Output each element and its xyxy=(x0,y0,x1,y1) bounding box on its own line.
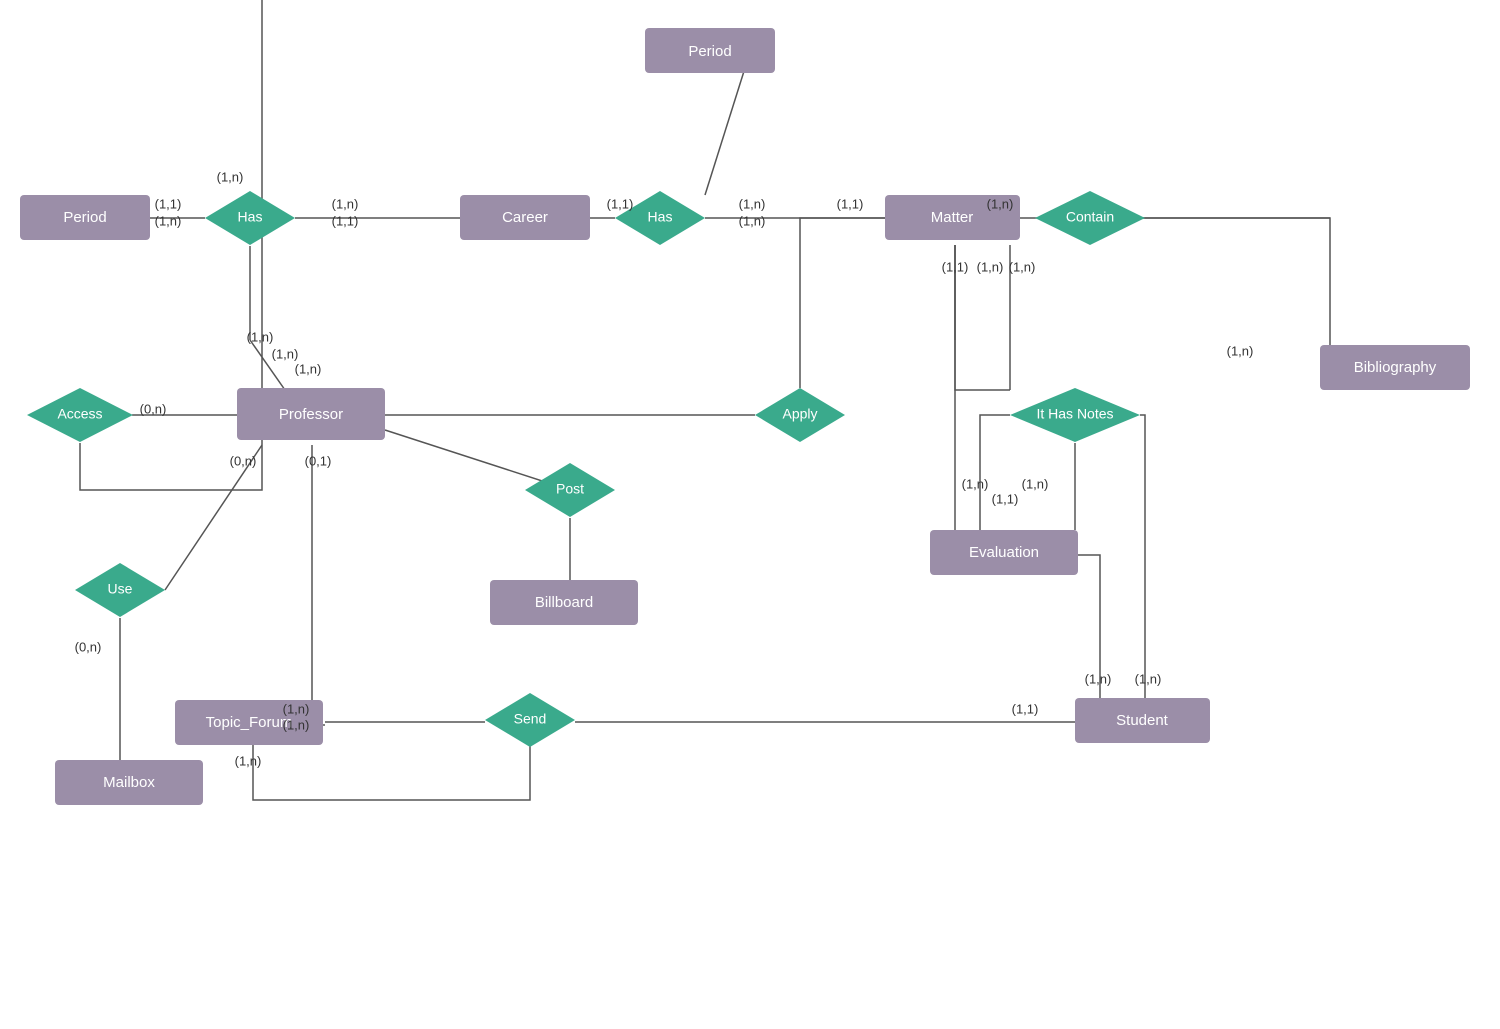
card-access-prof: (0,n) xyxy=(140,401,167,416)
entity-mailbox-label: Mailbox xyxy=(103,774,155,791)
card-use-mailbox: (0,n) xyxy=(75,639,102,654)
line-contain-bib2 xyxy=(1140,218,1330,345)
line-topic-loop xyxy=(253,745,530,800)
relation-send-label: Send xyxy=(514,711,547,727)
entity-bibliography-label: Bibliography xyxy=(1354,359,1437,376)
line-apply-matter xyxy=(800,218,890,388)
card-has1-career-b: (1,1) xyxy=(332,213,359,228)
card-ihn-eval-a: (1,n) xyxy=(962,476,989,491)
card-student-top-a: (1,n) xyxy=(1085,671,1112,686)
card-career-has2: (1,1) xyxy=(607,196,634,211)
card-has1-prof-a: (1,n) xyxy=(247,329,274,344)
card-access-self-b: (0,1) xyxy=(305,453,332,468)
card-topic-loop: (1,n) xyxy=(235,753,262,768)
relation-apply-label: Apply xyxy=(782,406,817,422)
card-matter-ihn-b: (1,n) xyxy=(977,259,1004,274)
relation-post-label: Post xyxy=(556,481,584,497)
relation-use-label: Use xyxy=(108,581,133,597)
line-prof-topic xyxy=(312,445,325,725)
card-has1-prof-b: (1,n) xyxy=(272,346,299,361)
card-has2-matter-b: (1,n) xyxy=(739,213,766,228)
card-matter-contain-a: (1,n) xyxy=(987,196,1014,211)
card-school-has1-a: (1,1) xyxy=(155,196,182,211)
line-student-apply xyxy=(1140,415,1145,700)
card-access-self-a: (0,n) xyxy=(230,453,257,468)
card-apply-matter: (1,1) xyxy=(837,196,864,211)
line-period-has2 xyxy=(705,68,745,195)
entity-professor-label: Professor xyxy=(279,406,343,423)
card-ihn-eval-b: (1,1) xyxy=(992,491,1019,506)
card-has1-prof-c: (1,n) xyxy=(295,361,322,376)
card-student-top-b: (1,n) xyxy=(1135,671,1162,686)
relation-it-has-notes-label: It Has Notes xyxy=(1036,406,1113,422)
entity-career-label: Career xyxy=(502,209,548,226)
svg-canvas: Period Period Career Matter Professor Bi… xyxy=(0,0,1500,1029)
entity-billboard-label: Billboard xyxy=(535,594,593,611)
entity-period-label: Period xyxy=(688,43,731,60)
card-has1-top: (1,n) xyxy=(217,169,244,184)
entity-student-label: Student xyxy=(1116,712,1169,729)
card-topic-send-b: (1,n) xyxy=(283,717,310,732)
card-topic-send-a: (1,n) xyxy=(283,701,310,716)
relation-has2-label: Has xyxy=(648,209,673,225)
entity-topic-forum-label: Topic_Forum xyxy=(206,714,293,731)
relation-contain-label: Contain xyxy=(1066,209,1114,225)
card-ihn-eval-c: (1,n) xyxy=(1022,476,1049,491)
card-school-has1-b: (1,n) xyxy=(155,213,182,228)
entity-matter-label: Matter xyxy=(931,209,974,226)
relation-access-label: Access xyxy=(57,406,102,422)
card-has2-matter-a: (1,n) xyxy=(739,196,766,211)
relation-has1-label: Has xyxy=(238,209,263,225)
card-has1-career-a: (1,n) xyxy=(332,196,359,211)
card-contain-bib: (1,n) xyxy=(1227,343,1254,358)
card-send-student: (1,1) xyxy=(1012,701,1039,716)
er-diagram: Period Period Career Matter Professor Bi… xyxy=(0,0,1500,1029)
entity-evaluation-label: Evaluation xyxy=(969,544,1039,561)
card-matter-ihn-a: (1,1) xyxy=(942,259,969,274)
card-matter-ihn-c: (1,n) xyxy=(1009,259,1036,274)
entity-school-label: Period xyxy=(63,209,106,226)
line-matter-eval xyxy=(940,245,955,555)
